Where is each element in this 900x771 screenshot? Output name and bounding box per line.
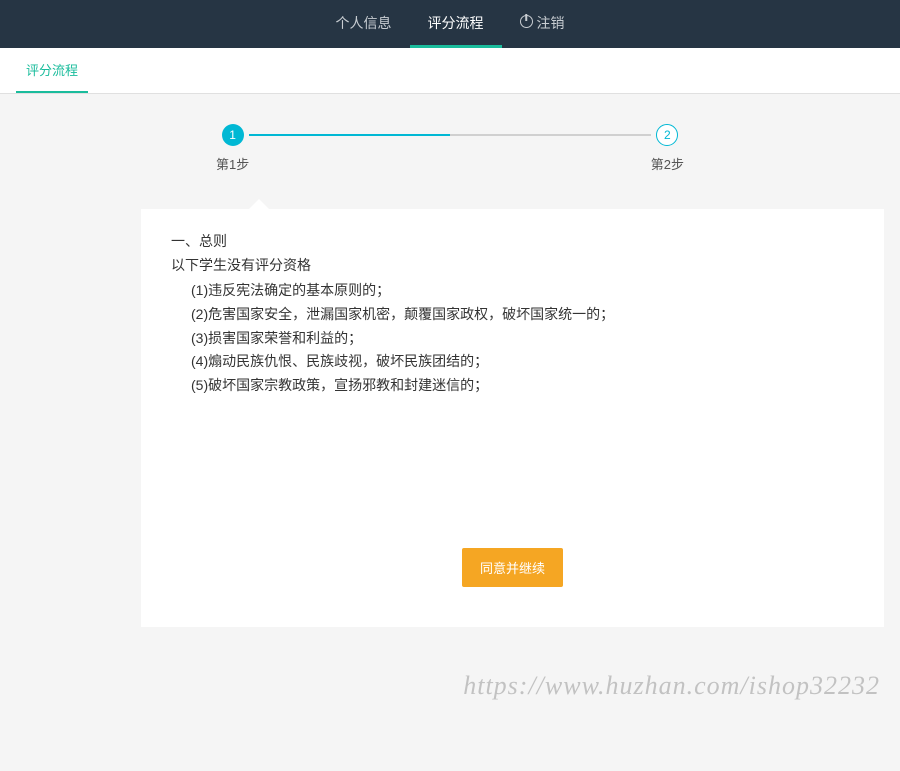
step-1: 1 第1步 xyxy=(216,124,249,173)
nav-items: 个人信息 评分流程 注销 xyxy=(318,0,583,48)
watermark-text: https://www.huzhan.com/ishop32232 xyxy=(463,671,880,701)
step-1-circle: 1 xyxy=(222,124,244,146)
rule-item: (4)煽动民族仇恨、民族歧视，破坏民族团结的； xyxy=(191,350,854,374)
rules-subtitle: 以下学生没有评分资格 xyxy=(171,255,854,275)
button-label: 同意并继续 xyxy=(480,561,545,576)
nav-item-label: 个人信息 xyxy=(336,13,392,33)
nav-item-label: 注销 xyxy=(537,13,565,33)
nav-item-label: 评分流程 xyxy=(428,13,484,33)
nav-item-logout[interactable]: 注销 xyxy=(502,0,583,48)
tab-label: 评分流程 xyxy=(26,63,78,78)
step-line-progress xyxy=(249,134,450,136)
rule-item: (1)违反宪法确定的基本原则的； xyxy=(191,279,854,303)
step-1-label: 第1步 xyxy=(216,154,249,173)
rules-list: (1)违反宪法确定的基本原则的； (2)危害国家安全，泄漏国家机密，颠覆国家政权… xyxy=(171,279,854,398)
rules-section-title: 一、总则 xyxy=(171,231,854,251)
rules-panel: 一、总则 以下学生没有评分资格 (1)违反宪法确定的基本原则的； (2)危害国家… xyxy=(141,209,884,627)
rule-item: (5)破坏国家宗教政策，宣扬邪教和封建迷信的； xyxy=(191,374,854,398)
rule-item: (2)危害国家安全，泄漏国家机密，颠覆国家政权，破坏国家统一的； xyxy=(191,303,854,327)
step-line-remaining xyxy=(450,134,651,136)
sub-nav: 评分流程 xyxy=(0,48,900,94)
top-nav-bar: 个人信息 评分流程 注销 xyxy=(0,0,900,48)
rule-item: (3)损害国家荣誉和利益的； xyxy=(191,327,854,351)
agree-continue-button[interactable]: 同意并继续 xyxy=(462,548,563,587)
action-row: 同意并继续 xyxy=(171,548,854,587)
power-icon xyxy=(520,15,533,31)
nav-item-profile[interactable]: 个人信息 xyxy=(318,0,410,48)
step-2: 2 第2步 xyxy=(651,124,684,173)
step-number: 2 xyxy=(664,128,671,142)
step-2-label: 第2步 xyxy=(651,154,684,173)
tab-scoring-flow[interactable]: 评分流程 xyxy=(16,48,88,93)
content-area: 1 第1步 2 第2步 一、总则 以下学生没有评分资格 (1)违反宪法确定的基本… xyxy=(0,94,900,627)
step-2-circle: 2 xyxy=(656,124,678,146)
step-number: 1 xyxy=(229,128,236,142)
stepper: 1 第1步 2 第2步 xyxy=(16,124,884,173)
nav-item-scoring[interactable]: 评分流程 xyxy=(410,0,502,48)
